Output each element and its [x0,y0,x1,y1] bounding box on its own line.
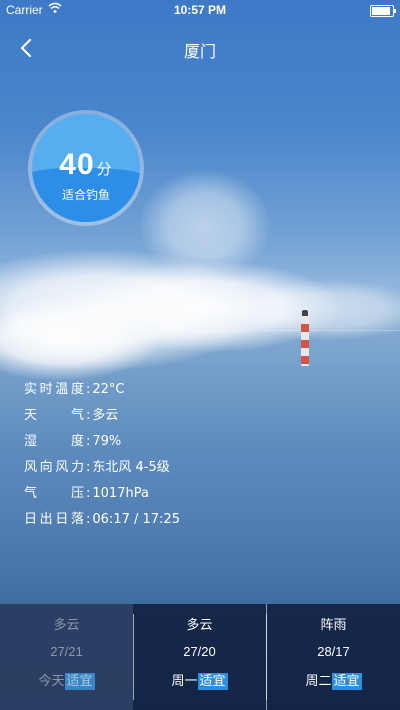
detail-separator: : [86,460,91,475]
nav-bar: 厦门 [0,30,400,66]
score-circle: 40 分 适合钓鱼 [32,114,140,222]
detail-label: 实时温度 [24,382,84,397]
forecast-day-name: 周一 [171,674,198,689]
detail-value: 东北风 4-5级 [92,460,170,475]
detail-value: 多云 [92,408,119,423]
forecast-temp: 28/17 [317,644,350,659]
detail-row: 湿度:79% [24,430,180,456]
detail-separator: : [86,486,91,501]
detail-row: 风向风力: 东北风 4-5级 [24,456,180,482]
fishing-score-badge: 40 分 适合钓鱼 [28,110,144,226]
forecast-day-1[interactable]: 多云 27/20 周一 适宜 [133,604,266,710]
status-bar: Carrier 10:57 PM [0,0,400,20]
detail-value: 1017hPa [92,486,149,501]
detail-separator: : [86,408,91,423]
detail-label: 风向风力 [24,460,84,475]
forecast-day-line: 今天 适宜 [0,670,133,690]
forecast-day-line: 周一 适宜 [133,670,266,690]
detail-row: 气压:1017hPa [24,482,180,508]
score-value: 40 [59,148,95,181]
detail-label: 湿度 [24,434,84,449]
forecast-day-name: 周二 [305,674,332,689]
forecast-day-name: 今天 [38,674,65,689]
forecast-day-line: 周二 适宜 [267,670,400,690]
detail-label: 日出日落 [24,512,84,527]
suitability-badge: 适宜 [197,673,228,690]
forecast-condition: 阵雨 [320,618,347,633]
score-description: 适合钓鱼 [61,188,110,202]
forecast-day-2[interactable]: 阵雨 28/17 周二 适宜 [266,604,400,710]
detail-value: 79% [92,434,122,449]
score-value-line: 40 分 [32,148,140,182]
forecast-condition: 多云 [53,618,80,633]
detail-row: 日出日落:06:17 / 17:25 [24,508,180,534]
score-unit: 分 [96,161,113,178]
detail-row: 天气: 多云 [24,404,180,430]
suitability-badge: 适宜 [64,673,95,690]
weather-details: 实时温度:22°C 天气: 多云 湿度:79% 风向风力: 东北风 4-5级 气压:1017… [24,378,180,534]
lighthouse-image [300,310,310,366]
suitability-badge: 适宜 [331,673,362,690]
detail-separator: : [86,512,91,527]
detail-row: 实时温度:22°C [24,378,180,404]
detail-label: 天气 [24,408,84,423]
detail-value: 06:17 / 17:25 [92,512,180,527]
detail-separator: : [86,382,91,397]
detail-label: 气压 [24,486,84,501]
detail-value: 22°C [92,382,125,397]
forecast-day-0[interactable]: 多云 27/21 今天 适宜 [0,604,133,710]
detail-separator: : [86,434,91,449]
forecast-temp: 27/21 [50,644,83,659]
battery-icon [370,5,396,17]
forecast-bar: 多云 27/21 今天 适宜 多云 27/20 周一 适宜 阵雨 28/17 周二 适宜 [0,604,400,710]
status-time: 10:57 PM [173,3,227,17]
forecast-temp: 27/20 [183,644,216,659]
forecast-condition: 多云 [186,618,213,633]
page-title: 厦门 [183,42,216,61]
